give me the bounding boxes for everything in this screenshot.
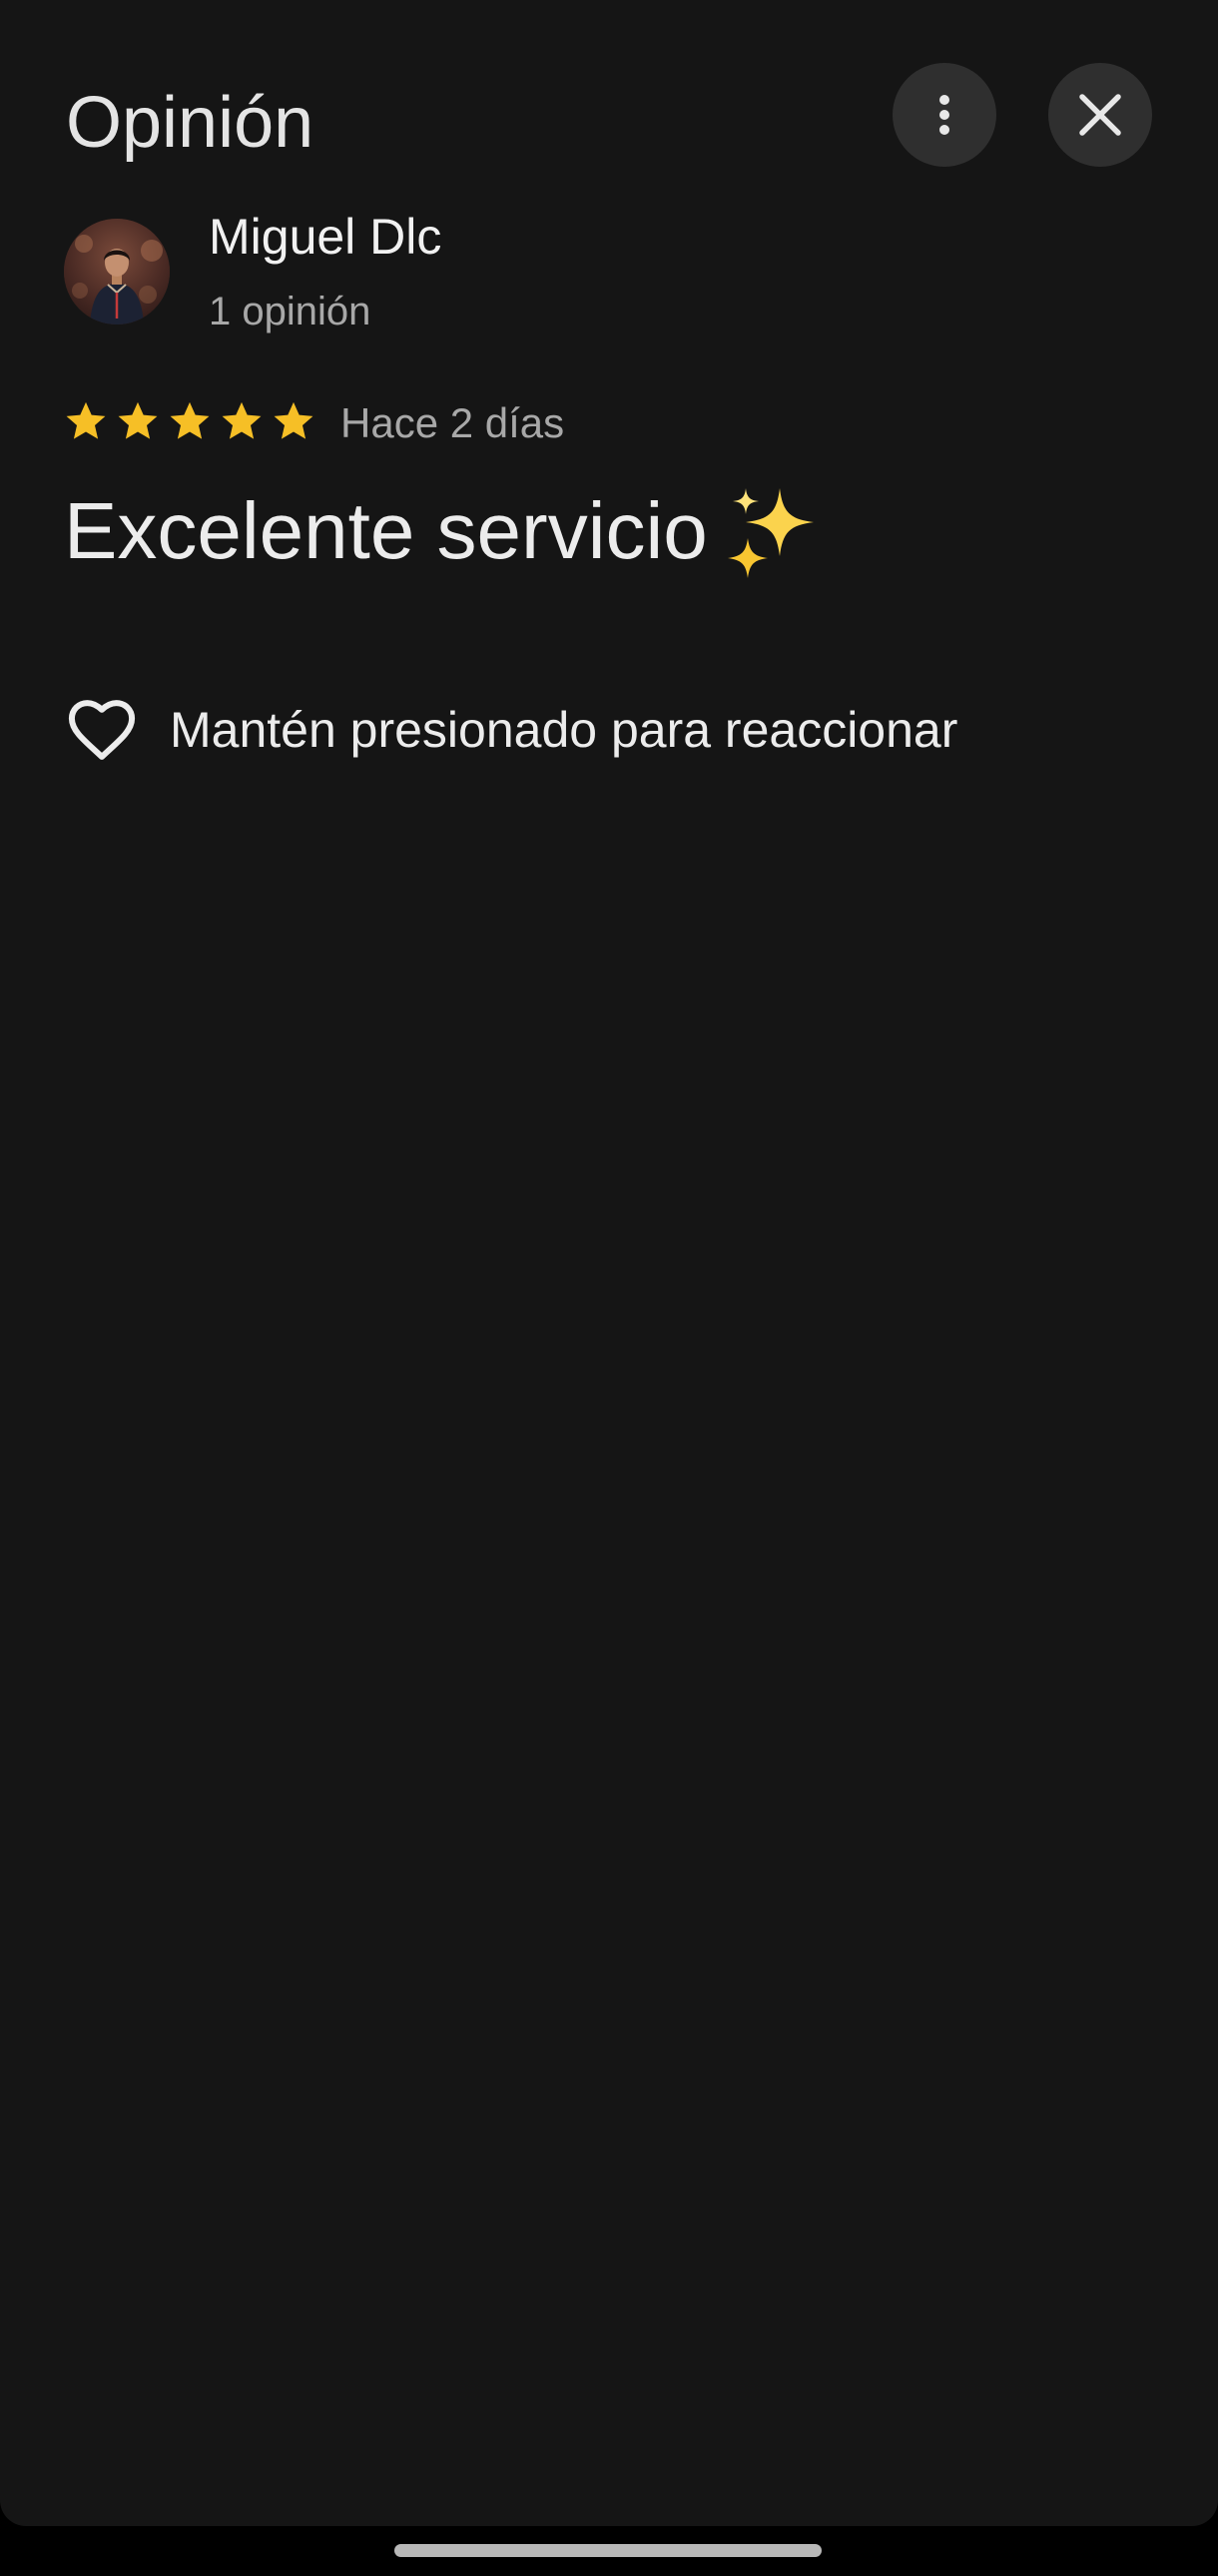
react-button[interactable]: Mantén presionado para reaccionar: [64, 692, 957, 768]
close-icon: [1079, 94, 1121, 136]
star-icon: [170, 401, 210, 439]
avatar[interactable]: [64, 219, 170, 324]
sparkles-emoji: [727, 487, 814, 578]
star-icon: [66, 401, 106, 439]
react-label: Mantén presionado para reaccionar: [170, 702, 958, 758]
star-icon: [274, 401, 313, 439]
review-text-content: Excelente servicio: [64, 486, 708, 575]
heart-outline-icon: [68, 700, 136, 760]
review-sheet: Opinión Miguel Dlc 1 opinión Hace 2 días…: [0, 0, 1218, 2526]
close-button[interactable]: [1048, 63, 1152, 167]
review-text: Excelente servicio: [64, 481, 820, 581]
more-vert-icon: [939, 95, 949, 135]
more-options-button[interactable]: [893, 63, 996, 167]
review-date: Hace 2 días: [340, 399, 565, 446]
page-title: Opinión: [66, 83, 314, 163]
home-indicator[interactable]: [394, 2544, 822, 2557]
author-review-count: 1 opinión: [209, 290, 371, 333]
star-icon: [222, 401, 262, 439]
star-rating: [64, 399, 315, 443]
author-name[interactable]: Miguel Dlc: [209, 205, 441, 269]
star-icon: [118, 401, 158, 439]
